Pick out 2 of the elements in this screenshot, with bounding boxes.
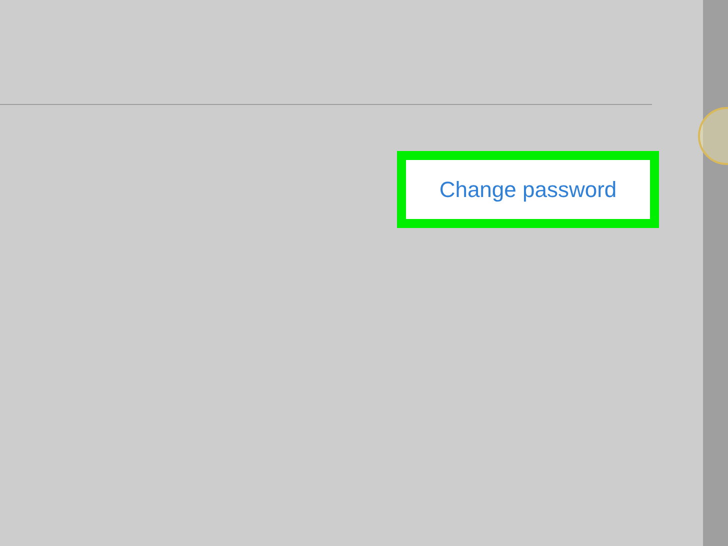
scrollbar[interactable] xyxy=(703,0,728,546)
change-password-button[interactable]: Change password xyxy=(406,160,650,219)
